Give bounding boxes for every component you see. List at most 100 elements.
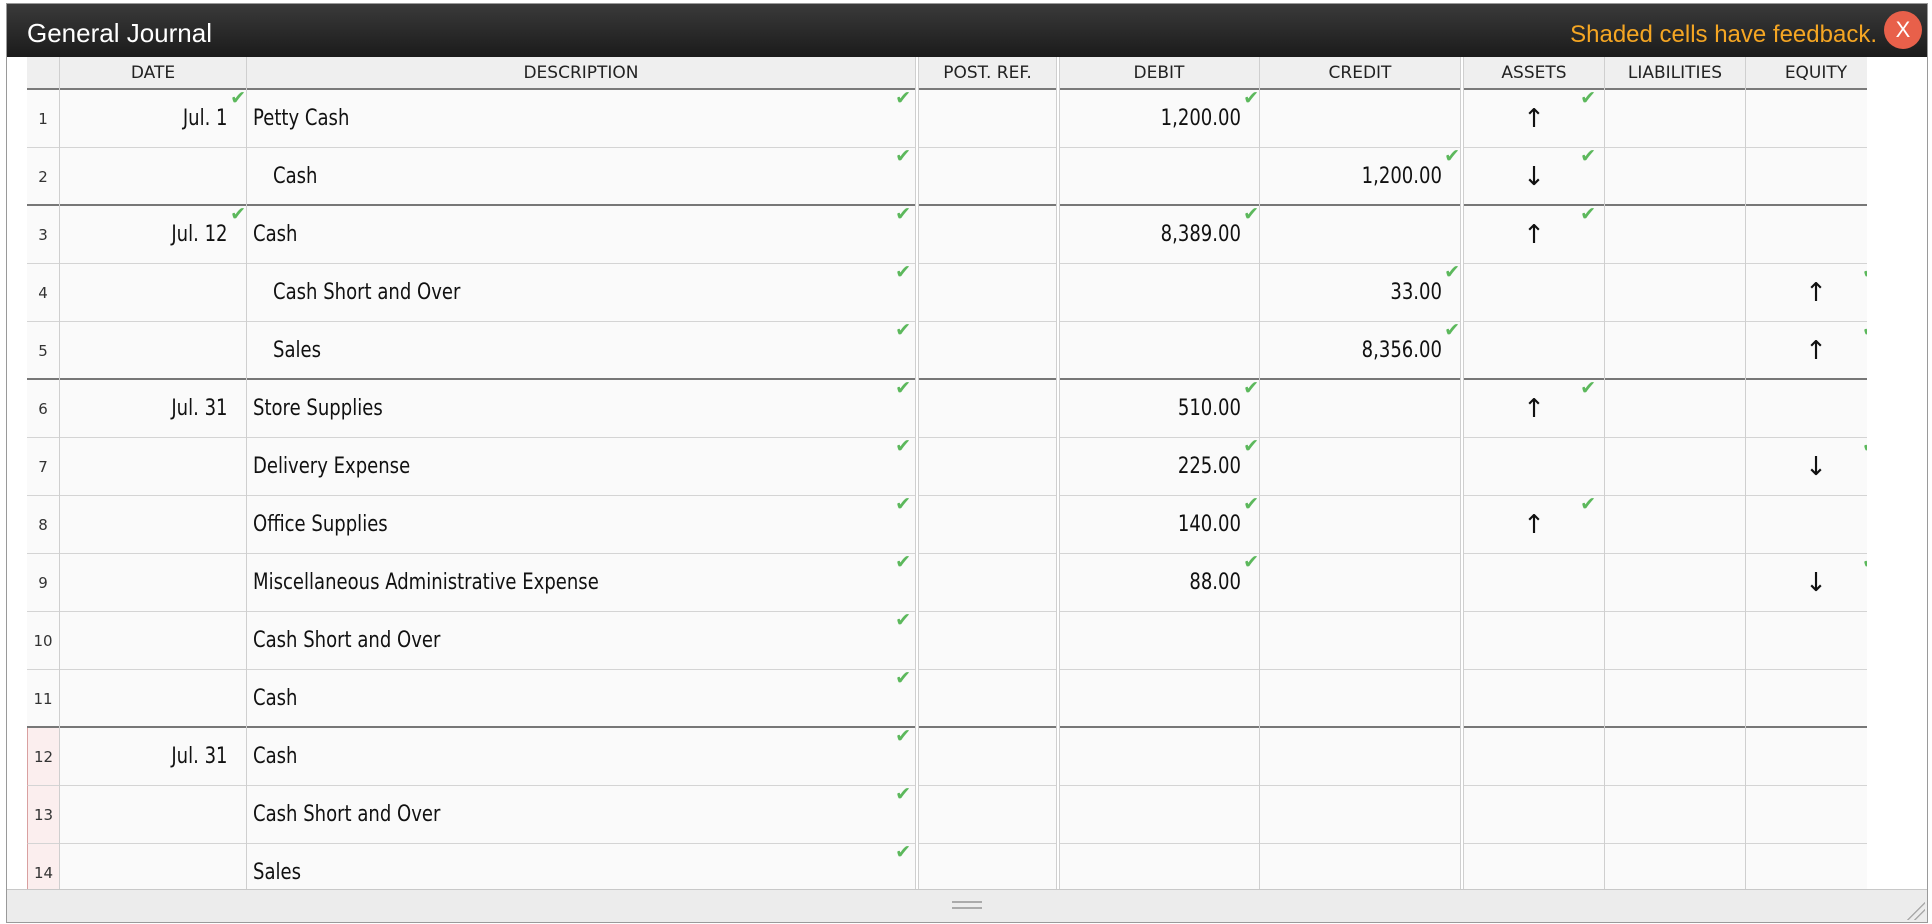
cell-desc[interactable]: Cash Short and Over ✔ — [247, 610, 915, 670]
cell-equity[interactable] — [1746, 90, 1867, 148]
cell-credit[interactable]: 33.00 ✔ — [1260, 262, 1460, 322]
cell-liabilities[interactable] — [1605, 728, 1745, 786]
cell-desc[interactable]: Sales ✔ — [247, 320, 915, 380]
cell-postref[interactable] — [919, 786, 1056, 844]
cell-postref[interactable] — [919, 612, 1056, 670]
cell-liabilities[interactable] — [1605, 380, 1745, 438]
resize-corner-icon[interactable] — [1905, 900, 1925, 920]
cell-debit[interactable]: 510.00 ✔ — [1059, 378, 1259, 438]
cell-assets[interactable] — [1464, 322, 1604, 380]
cell-liabilities[interactable] — [1605, 206, 1745, 264]
cell-date[interactable] — [60, 322, 246, 380]
cell-credit[interactable] — [1260, 380, 1460, 438]
cell-date[interactable]: Jul. 1 ✔ — [60, 88, 246, 148]
cell-equity[interactable] — [1746, 380, 1867, 438]
cell-assets[interactable] — [1464, 844, 1604, 892]
cell-date[interactable] — [60, 264, 246, 322]
cell-debit[interactable] — [1059, 264, 1259, 322]
cell-credit[interactable]: 8,356.00 ✔ — [1260, 320, 1460, 380]
cell-date[interactable]: Jul. 31 — [60, 728, 246, 786]
cell-debit[interactable] — [1059, 786, 1259, 844]
cell-desc[interactable]: Sales ✔ — [247, 842, 915, 892]
cell-desc[interactable]: Cash Short and Over ✔ — [247, 262, 915, 322]
cell-desc[interactable]: Cash ✔ — [247, 668, 915, 728]
cell-liabilities[interactable] — [1605, 670, 1745, 728]
cell-liabilities[interactable] — [1605, 264, 1745, 322]
cell-postref[interactable] — [919, 206, 1056, 264]
cell-debit[interactable] — [1059, 612, 1259, 670]
cell-postref[interactable] — [919, 322, 1056, 380]
cell-liabilities[interactable] — [1605, 612, 1745, 670]
cell-liabilities[interactable] — [1605, 554, 1745, 612]
cell-credit[interactable] — [1260, 844, 1460, 892]
cell-liabilities[interactable] — [1605, 438, 1745, 496]
cell-desc[interactable]: Petty Cash ✔ — [247, 88, 915, 148]
cell-equity[interactable]: ↑✔ — [1746, 262, 1867, 322]
cell-equity[interactable] — [1746, 612, 1867, 670]
cell-desc[interactable]: Cash ✔ — [247, 146, 915, 206]
close-button[interactable]: X — [1884, 11, 1922, 49]
cell-desc[interactable]: Cash ✔ — [247, 726, 915, 786]
cell-date[interactable] — [60, 554, 246, 612]
cell-assets[interactable] — [1464, 728, 1604, 786]
cell-debit[interactable] — [1059, 844, 1259, 892]
cell-credit[interactable] — [1260, 612, 1460, 670]
cell-date[interactable] — [60, 844, 246, 892]
resize-grip-handle[interactable] — [952, 901, 982, 909]
cell-liabilities[interactable] — [1605, 844, 1745, 892]
cell-assets[interactable] — [1464, 554, 1604, 612]
cell-equity[interactable]: ↓✔ — [1746, 552, 1867, 612]
cell-equity[interactable] — [1746, 844, 1867, 892]
cell-credit[interactable] — [1260, 554, 1460, 612]
cell-equity[interactable]: ↑✔ — [1746, 320, 1867, 380]
cell-credit[interactable]: 1,200.00 ✔ — [1260, 146, 1460, 206]
cell-credit[interactable] — [1260, 496, 1460, 554]
cell-debit[interactable]: 225.00 ✔ — [1059, 436, 1259, 496]
cell-debit[interactable] — [1059, 728, 1259, 786]
cell-debit[interactable]: 88.00 ✔ — [1059, 552, 1259, 612]
cell-credit[interactable] — [1260, 438, 1460, 496]
cell-assets[interactable] — [1464, 438, 1604, 496]
cell-postref[interactable] — [919, 148, 1056, 206]
cell-assets[interactable]: ↓ ✔ — [1464, 146, 1604, 206]
cell-assets[interactable]: ↑ ✔ — [1464, 494, 1604, 554]
cell-assets[interactable] — [1464, 670, 1604, 728]
cell-desc[interactable]: Miscellaneous Administrative Expense ✔ — [247, 552, 915, 612]
cell-equity[interactable] — [1746, 728, 1867, 786]
cell-date[interactable] — [60, 496, 246, 554]
cell-postref[interactable] — [919, 844, 1056, 892]
cell-postref[interactable] — [919, 554, 1056, 612]
cell-date[interactable] — [60, 612, 246, 670]
cell-postref[interactable] — [919, 380, 1056, 438]
cell-liabilities[interactable] — [1605, 322, 1745, 380]
cell-liabilities[interactable] — [1605, 786, 1745, 844]
cell-date[interactable] — [60, 438, 246, 496]
cell-liabilities[interactable] — [1605, 496, 1745, 554]
cell-credit[interactable] — [1260, 206, 1460, 264]
cell-equity[interactable] — [1746, 786, 1867, 844]
cell-date[interactable]: Jul. 31 — [60, 380, 246, 438]
cell-debit[interactable]: 8,389.00 ✔ — [1059, 204, 1259, 264]
cell-postref[interactable] — [919, 438, 1056, 496]
cell-assets[interactable]: ↑ ✔ — [1464, 204, 1604, 264]
cell-credit[interactable] — [1260, 786, 1460, 844]
cell-postref[interactable] — [919, 90, 1056, 148]
cell-credit[interactable] — [1260, 728, 1460, 786]
cell-date[interactable]: Jul. 12 ✔ — [60, 204, 246, 264]
cell-equity[interactable] — [1746, 496, 1867, 554]
cell-assets[interactable] — [1464, 786, 1604, 844]
cell-equity[interactable]: ↓✔ — [1746, 436, 1867, 496]
cell-liabilities[interactable] — [1605, 90, 1745, 148]
cell-assets[interactable] — [1464, 264, 1604, 322]
cell-debit[interactable] — [1059, 322, 1259, 380]
cell-date[interactable] — [60, 786, 246, 844]
cell-assets[interactable] — [1464, 612, 1604, 670]
cell-date[interactable] — [60, 148, 246, 206]
cell-postref[interactable] — [919, 496, 1056, 554]
cell-date[interactable] — [60, 670, 246, 728]
cell-credit[interactable] — [1260, 670, 1460, 728]
cell-postref[interactable] — [919, 264, 1056, 322]
cell-liabilities[interactable] — [1605, 148, 1745, 206]
cell-debit[interactable]: 1,200.00 ✔ — [1059, 88, 1259, 148]
cell-debit[interactable] — [1059, 148, 1259, 206]
